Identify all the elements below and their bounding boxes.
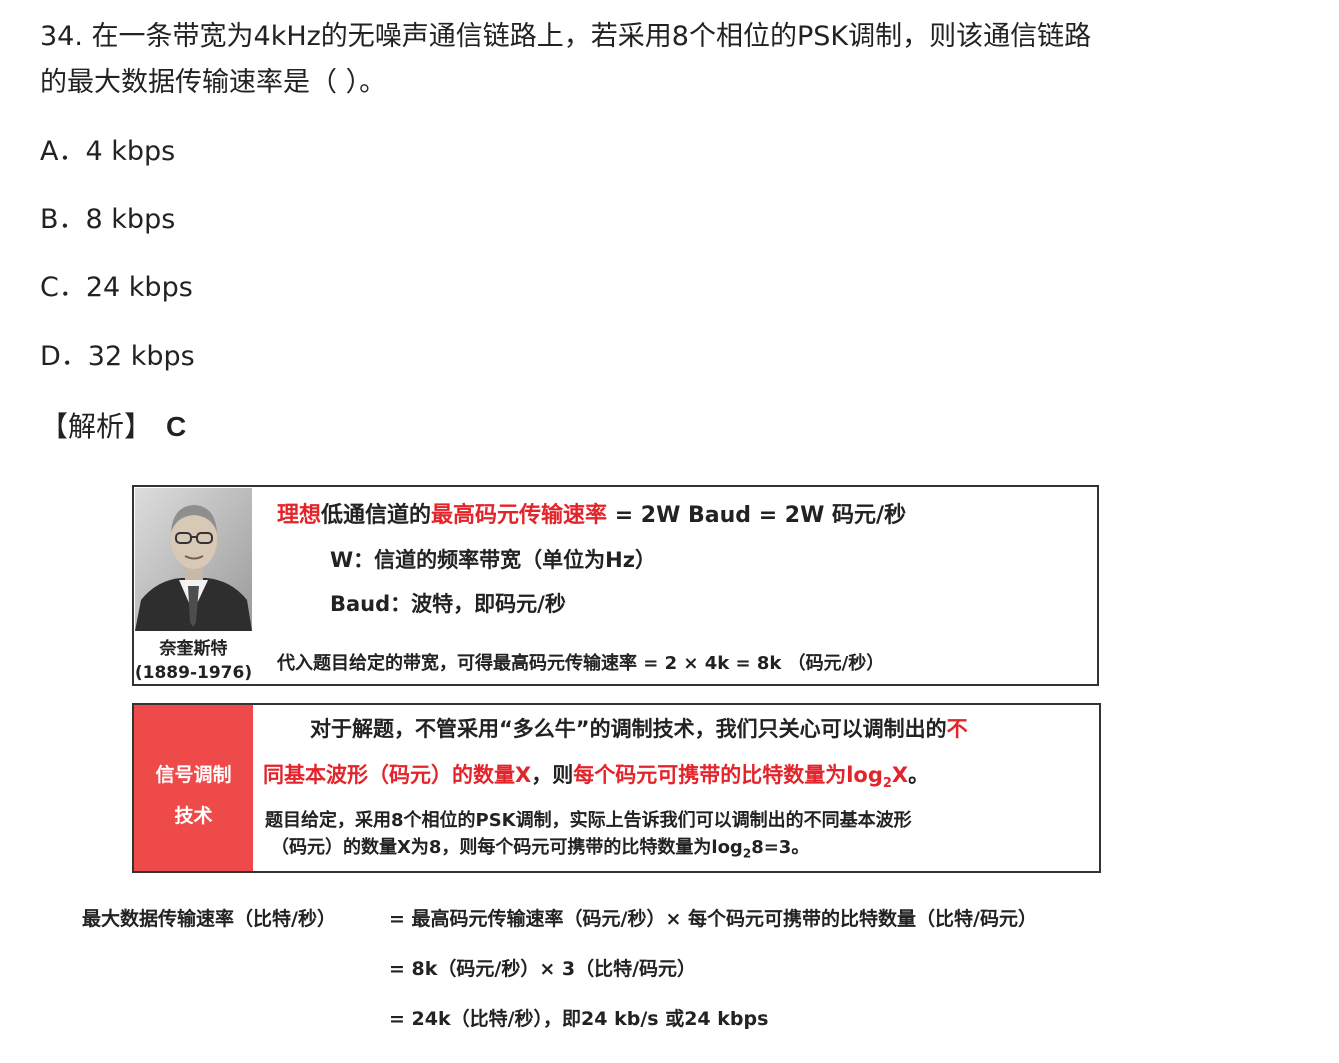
option-c: C．24 kbps (40, 268, 193, 308)
modulation-para-1: 对于解题，不管采用“多么牛”的调制技术，我们只关心可以调制出的不 (310, 713, 968, 743)
modulation-side-label: 信号调制 技术 (134, 705, 253, 871)
modulation-para-4: （码元）的数量X为8，则每个码元可携带的比特数量为log28=3。 (271, 833, 809, 861)
option-c-text: 24 kbps (85, 272, 193, 303)
para4-subscript: 2 (742, 846, 752, 861)
para4-text-a: （码元）的数量X为8，则每个码元可携带的比特数量为log (271, 837, 743, 858)
side-label-line-1: 信号调制 (155, 764, 232, 786)
w-definition: W：信道的频率带宽（单位为Hz） (330, 548, 656, 572)
modulation-para-3: 题目给定，采用8个相位的PSK调制，实际上告诉我们可以调制出的不同基本波形 (265, 810, 912, 831)
para1-red: 不 (946, 717, 968, 741)
para2-red-1: 同基本波形（码元）的数量X (263, 763, 532, 787)
answer-value: C (166, 411, 187, 442)
para2-red-3: X (891, 763, 909, 787)
question-line-2: 的最大数据传输速率是（ ）。 (40, 67, 387, 98)
substitution-text: 代入题目给定的带宽，可得最高码元传输速率 = 2 × 4k = 8k （码元/秒… (277, 653, 885, 674)
nyquist-years: (1889-1976) (134, 663, 253, 683)
baud-definition: Baud：波特，即码元/秒 (330, 592, 566, 616)
option-b-label: B． (40, 204, 86, 235)
para2-subscript: 2 (882, 776, 892, 792)
nyquist-formula: 理想低通信道的最高码元传输速率 = 2W Baud = 2W 码元/秒 (277, 497, 906, 529)
nyquist-name: 奈奎斯特 (159, 639, 228, 659)
option-c-label: C． (40, 272, 86, 303)
option-b-text: 8 kbps (85, 204, 176, 235)
calc-line-1: = 最高码元传输速率（码元/秒）× 每个码元可携带的比特数量（比特/码元） (389, 908, 1037, 930)
option-d-label: D． (40, 341, 88, 372)
answer-line: 【解析】 C (40, 405, 186, 449)
formula-lowpass: 低通信道的 (321, 503, 432, 528)
side-label-line-2: 技术 (174, 805, 213, 827)
formula-value: = 2W Baud = 2W 码元/秒 (607, 503, 907, 528)
formula-ideal: 理想 (277, 503, 322, 528)
para2-red-2: 每个码元可携带的比特数量为log (573, 763, 883, 787)
para2-text: ，则 (531, 763, 574, 787)
nyquist-name-block: 奈奎斯特 (1889-1976) (134, 637, 253, 685)
modulation-box: 信号调制 技术 对于解题，不管采用“多么牛”的调制技术，我们只关心可以调制出的不… (132, 703, 1101, 873)
nyquist-box: 奈奎斯特 (1889-1976) 理想低通信道的最高码元传输速率 = 2W Ba… (132, 485, 1099, 686)
modulation-para-2: 同基本波形（码元）的数量X，则每个码元可携带的比特数量为log2X。 (263, 759, 929, 791)
answer-label: 【解析】 (40, 410, 153, 443)
calc-lhs: 最大数据传输速率（比特/秒） (82, 908, 336, 930)
option-a-label: A． (40, 136, 86, 167)
option-b: B．8 kbps (40, 200, 175, 240)
question-line-1: 34. 在一条带宽为4kHz的无噪声通信链路上，若采用8个相位的PSK调制，则该… (40, 21, 1092, 52)
nyquist-portrait (135, 488, 252, 631)
option-d-text: 32 kbps (87, 341, 195, 372)
para2-end: 。 (908, 763, 930, 787)
formula-max-rate: 最高码元传输速率 (431, 503, 608, 528)
calc-line-3: = 24k（比特/秒），即24 kb/s 或24 kbps (389, 1008, 769, 1030)
para4-text-b: 8=3。 (751, 837, 810, 858)
calc-line-2: = 8k（码元/秒）× 3（比特/码元） (389, 958, 697, 980)
option-d: D．32 kbps (40, 337, 195, 377)
para1-text: 对于解题，不管采用“多么牛”的调制技术，我们只关心可以调制出的 (310, 717, 947, 741)
option-a-text: 4 kbps (85, 136, 176, 167)
option-a: A．4 kbps (40, 132, 175, 172)
